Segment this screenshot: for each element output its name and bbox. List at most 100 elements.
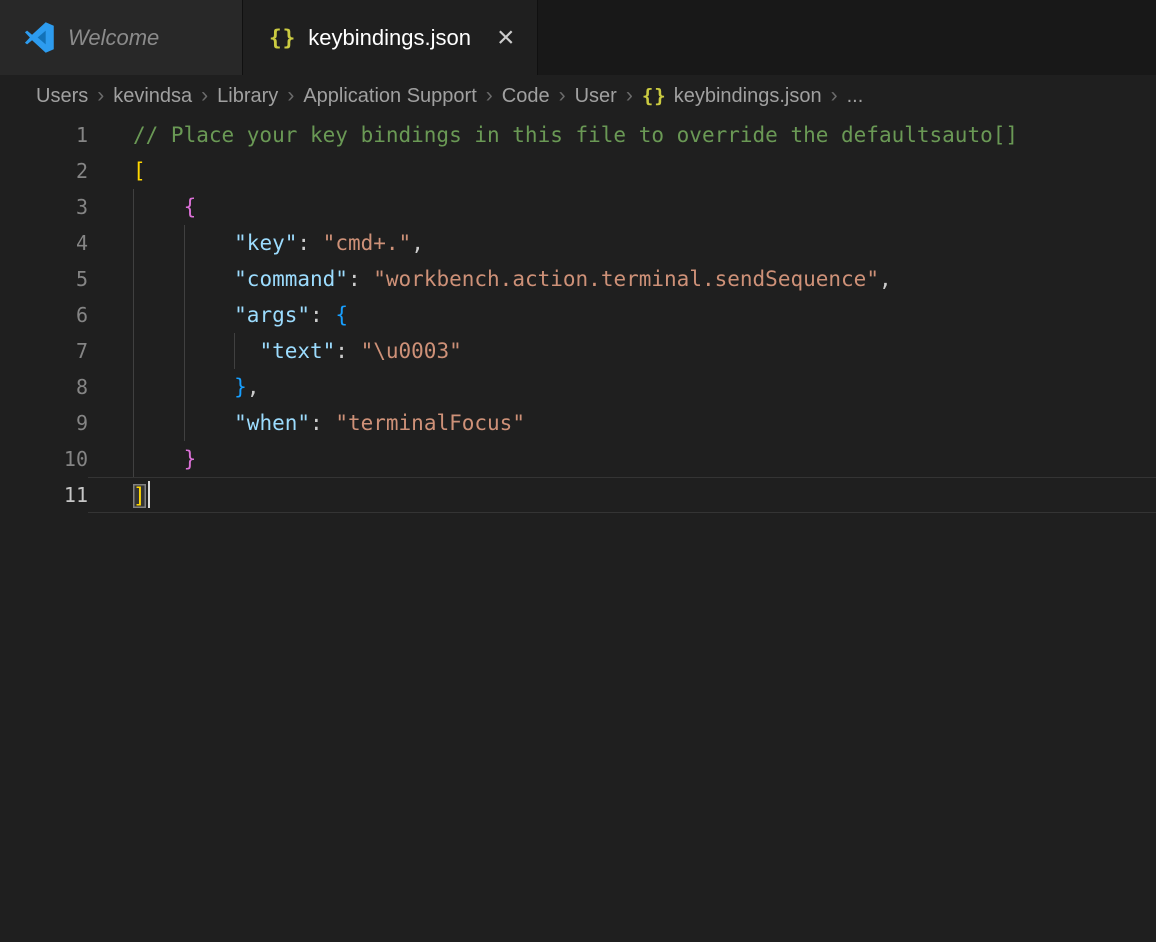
breadcrumb-item[interactable]: Library [217,85,278,108]
code-text: { [88,189,1156,225]
line-number[interactable]: 7 [0,333,88,369]
code-token: , [246,375,260,399]
breadcrumb: Users › kevindsa › Library › Application Suppo… [0,75,1156,117]
breadcrumb-item[interactable]: ... [847,85,864,108]
code-token: : [347,267,374,291]
breadcrumb-label: Code [501,84,550,107]
code-token: "\u0003" [360,339,462,363]
code-token: "text" [259,339,336,363]
json-braces-icon: {} [269,25,297,50]
code-token: "key" [234,231,298,255]
code-line[interactable]: 6 "args": { [0,297,1156,333]
code-token: } [183,447,197,471]
line-number[interactable]: 1 [0,117,88,153]
code-line[interactable]: 10 } [0,441,1156,477]
close-tab-icon[interactable]: × [495,22,517,53]
text-cursor [147,481,151,508]
editor-lines: 1 // Place your key bindings in this file… [0,117,1156,513]
code-token: { [183,195,197,219]
code-line[interactable]: 7 "text": "\u0003" [0,333,1156,369]
breadcrumb-item[interactable]: Code [502,85,550,108]
breadcrumb-label: Users [36,84,89,107]
code-text: "text": "\u0003" [88,333,1156,369]
line-number[interactable]: 3 [0,189,88,225]
breadcrumb-label: Library [217,84,279,107]
tab-label-keybindings: keybindings.json [308,24,471,50]
line-number[interactable]: 5 [0,261,88,297]
json-braces-icon: {} [641,85,667,107]
breadcrumb-separator: › [201,84,209,107]
breadcrumb-separator: › [97,84,105,107]
code-token: : [335,339,361,363]
code-token: "terminalFocus" [335,411,525,435]
code-token: : [310,303,336,327]
breadcrumb-item[interactable]: User [575,85,617,108]
breadcrumb-label: ... [846,84,864,107]
breadcrumb-separator: › [485,84,493,107]
code-token: "workbench.action.terminal.sendSequence" [373,267,879,291]
line-number[interactable]: 8 [0,369,88,405]
editor[interactable]: 1 // Place your key bindings in this file… [0,117,1156,942]
line-number[interactable]: 9 [0,405,88,441]
code-token: "cmd+." [322,231,412,255]
code-token: { [335,303,348,327]
vscode-logo-icon [24,22,55,53]
code-text: "key": "cmd+.", [88,225,1156,261]
code-line[interactable]: 3 { [0,189,1156,225]
breadcrumb-separator: › [287,84,295,107]
code-text: [ [88,153,1156,189]
code-text: ] [88,477,1156,513]
code-text: } [88,441,1156,477]
code-token: "command" [234,267,348,291]
breadcrumb-item[interactable]: kevindsa [113,85,192,108]
line-number[interactable]: 2 [0,153,88,189]
code-text: "command": "workbench.action.terminal.se… [88,261,1156,297]
code-line[interactable]: 5 "command": "workbench.action.terminal.… [0,261,1156,297]
line-number[interactable]: 6 [0,297,88,333]
tab-label-welcome: Welcome [68,24,160,50]
code-text: }, [88,369,1156,405]
line-number[interactable]: 4 [0,225,88,261]
tab-welcome[interactable]: Welcome [0,0,243,75]
code-token: "args" [234,303,311,327]
code-token: , [411,231,424,255]
code-token: } [234,375,247,399]
breadcrumb-item[interactable]: {} keybindings.json [642,85,822,108]
code-token: : [310,411,336,435]
breadcrumb-label: User [574,84,617,107]
code-token: [ [133,159,146,183]
code-text: "args": { [88,297,1156,333]
code-token: , [878,267,892,291]
code-text: "when": "terminalFocus" [88,405,1156,441]
breadcrumb-label: kevindsa [113,84,193,107]
breadcrumb-separator: › [558,84,566,107]
code-line[interactable]: 4 "key": "cmd+.", [0,225,1156,261]
tab-bar: Welcome {} keybindings.json × [0,0,1156,75]
code-line[interactable]: 2[ [0,153,1156,189]
breadcrumb-item[interactable]: Users [36,85,88,108]
breadcrumb-item[interactable]: Application Support [303,85,476,108]
code-text: // Place your key bindings in this file … [88,117,1156,153]
code-line[interactable]: 9 "when": "terminalFocus" [0,405,1156,441]
tab-strip-empty [537,0,1156,75]
code-token: "when" [234,411,311,435]
tab-keybindings-json[interactable]: {} keybindings.json × [243,0,538,75]
breadcrumb-separator: › [830,84,838,107]
code-token: ] [133,484,146,508]
breadcrumb-label: keybindings.json [673,84,822,107]
code-line[interactable]: 1 // Place your key bindings in this file… [0,117,1156,153]
code-line[interactable]: 8 }, [0,369,1156,405]
line-number[interactable]: 10 [0,441,88,477]
code-token: : [297,231,323,255]
line-number[interactable]: 11 [0,477,88,513]
code-line[interactable]: 11] [0,477,1156,513]
vscode-window: Welcome {} keybindings.json × Users › kevi… [0,0,1156,942]
breadcrumb-label: Application Support [303,84,477,107]
